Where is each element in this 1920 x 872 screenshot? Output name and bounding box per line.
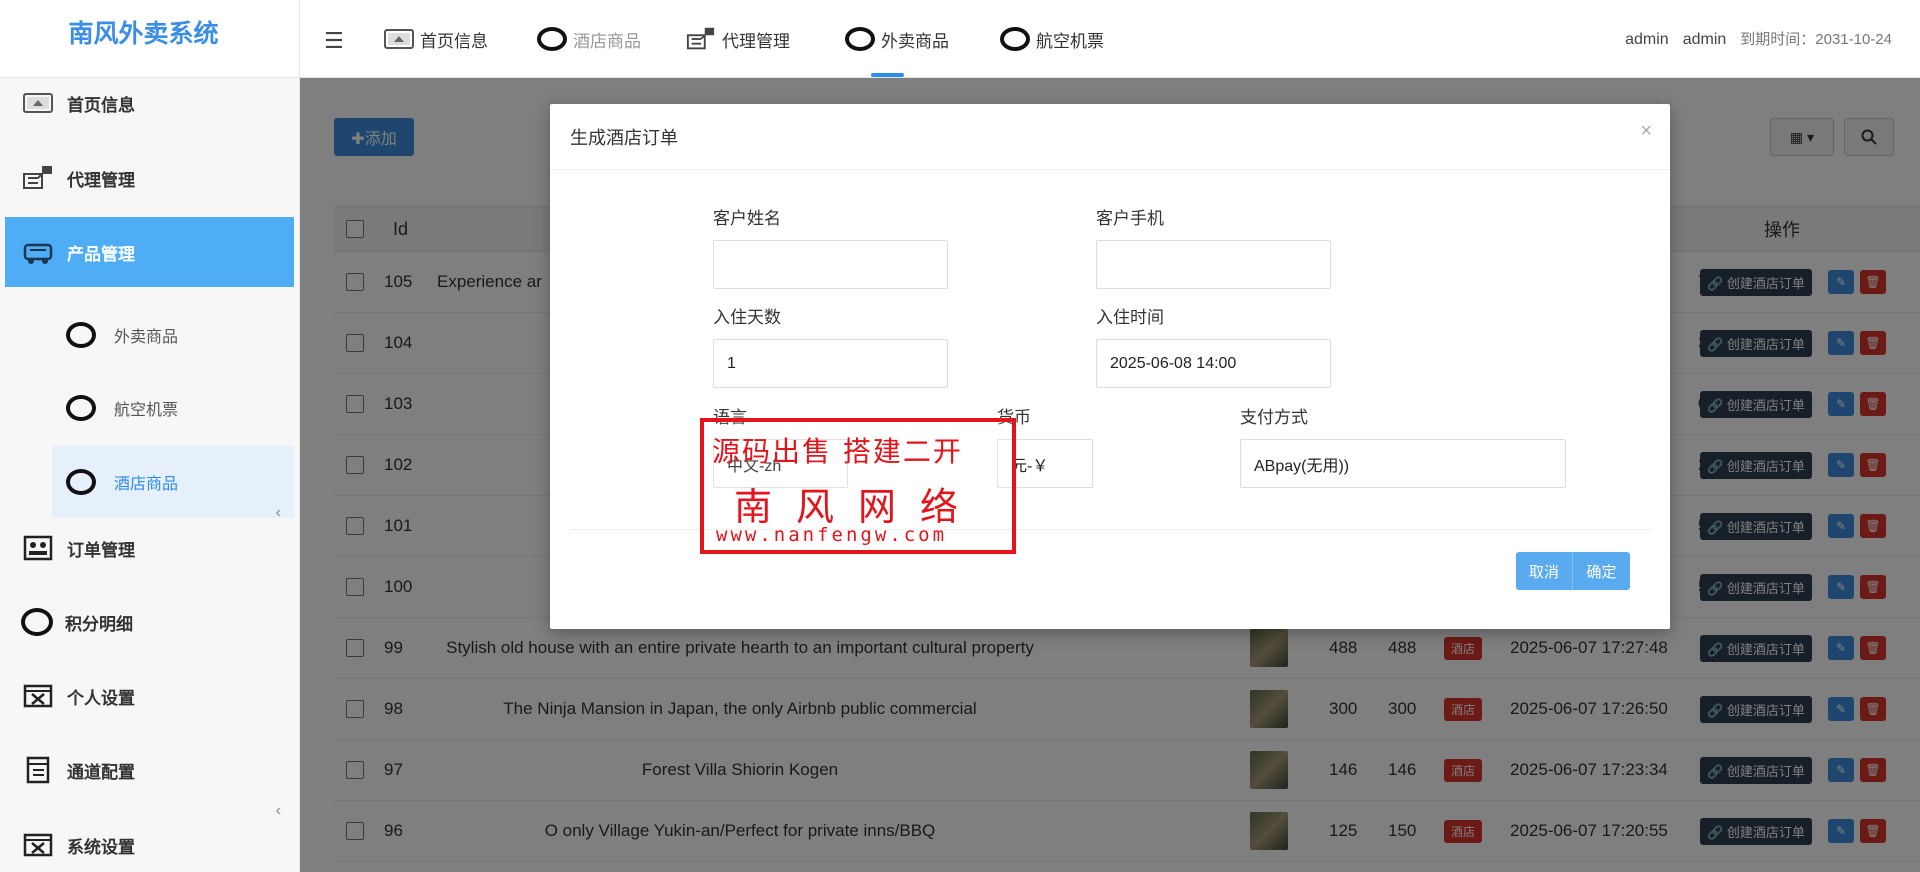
modal-header: 生成酒店订单 × (550, 104, 1670, 170)
monitor-icon (21, 88, 55, 118)
sidebar-subitem-flights[interactable]: 航空机票 (52, 372, 294, 444)
sidebar-item-agents[interactable]: 代理管理 (5, 143, 294, 213)
stay-days-input[interactable]: 1 (713, 339, 948, 388)
customer-phone-label: 客户手机 (1096, 209, 1164, 228)
close-icon[interactable]: × (1640, 120, 1652, 143)
sidebar-subitem-label: 航空机票 (114, 402, 179, 419)
checkin-time-label: 入住时间 (1096, 308, 1164, 327)
circle-icon (66, 469, 96, 495)
hamburger-menu-icon[interactable]: ☰ (324, 28, 344, 54)
user-area: admin admin 到期时间：2031-10-24 (1625, 28, 1892, 49)
sidebar-item-orders[interactable]: 订单管理 (5, 513, 294, 583)
customer-name-input[interactable] (713, 240, 948, 289)
sidebar-item-label: 产品管理 (67, 244, 135, 264)
tab-label: 代理管理 (722, 31, 790, 51)
sidebar-subitem-hotels[interactable]: 酒店商品 (52, 446, 294, 518)
modal-button-group: 取消 确定 (1516, 552, 1630, 590)
tab-label: 航空机票 (1036, 31, 1104, 51)
active-tab-indicator (871, 73, 904, 77)
cancel-button[interactable]: 取消 (1516, 552, 1573, 590)
sidebar-item-label: 首页信息 (67, 95, 135, 115)
tab-label: 外卖商品 (881, 31, 949, 51)
modal-title: 生成酒店订单 (570, 127, 678, 148)
sidebar-subitem-takeout[interactable]: 外卖商品 (52, 299, 294, 371)
tab-takeout[interactable]: 外卖商品 (845, 0, 949, 78)
circle-icon (66, 322, 96, 348)
sidebar-item-products[interactable]: 产品管理 (5, 217, 294, 287)
expire-date: 到期时间：2031-10-24 (1740, 31, 1892, 48)
watermark-line3: www.nanfengw.com (716, 524, 948, 546)
sidebar-item-label: 个人设置 (67, 688, 135, 708)
payment-method-select[interactable]: ABpay(无用)) (1240, 439, 1566, 488)
sidebar-item-label: 订单管理 (67, 540, 135, 560)
tab-label: 首页信息 (420, 31, 488, 51)
customer-name-label: 客户姓名 (713, 209, 781, 228)
org-chart-icon (686, 26, 716, 52)
tab-flights[interactable]: 航空机票 (1000, 0, 1104, 78)
app-title: 南风外卖系统 (68, 19, 219, 48)
document-icon (21, 755, 55, 785)
sidebar-subitem-label: 外卖商品 (114, 329, 179, 346)
sidebar-item-home[interactable]: 首页信息 (5, 68, 294, 138)
username[interactable]: admin (1625, 31, 1669, 49)
circle-icon (845, 27, 875, 51)
circle-icon (537, 27, 567, 51)
customer-phone-input[interactable] (1096, 240, 1331, 289)
tab-label: 酒店商品 (573, 31, 641, 51)
confirm-button[interactable]: 确定 (1573, 552, 1630, 590)
tools-icon (21, 830, 55, 860)
topbar: ☰ 首页信息 酒店商品 代理管理 外卖商品 航空机票 admin admin 到… (300, 0, 1920, 78)
checkin-time-input[interactable]: 2025-06-08 14:00 (1096, 339, 1331, 388)
sidebar-item-label: 代理管理 (67, 170, 135, 190)
sidebar-subitem-label: 酒店商品 (114, 476, 179, 493)
stay-days-label: 入住天数 (713, 308, 781, 327)
payment-method-label: 支付方式 (1240, 408, 1308, 427)
tools-icon (21, 681, 55, 711)
tab-hotels[interactable]: 酒店商品 (537, 0, 641, 78)
circle-icon (66, 395, 96, 421)
org-chart-icon (21, 163, 55, 193)
watermark-line2: 南风网络 (734, 485, 983, 529)
sidebar-item-personal[interactable]: 个人设置 (5, 661, 294, 731)
circle-icon (1000, 27, 1030, 51)
watermark-line1: 源码出售 搭建二开 (712, 435, 963, 468)
circle-icon (21, 608, 53, 636)
product-icon (21, 237, 55, 267)
tab-agents[interactable]: 代理管理 (686, 0, 790, 78)
username-secondary[interactable]: admin (1683, 31, 1727, 49)
sidebar-item-label: 通道配置 (67, 762, 135, 782)
sidebar-item-label: 系统设置 (67, 837, 135, 857)
order-icon (21, 533, 55, 563)
sidebar-item-channels[interactable]: 通道配置 (5, 735, 294, 805)
app-logo[interactable]: 南风外卖系统 (0, 0, 299, 78)
sidebar-item-label: 积分明细 (65, 614, 133, 634)
sidebar-item-points[interactable]: 积分明细 (5, 587, 294, 657)
tab-home[interactable]: 首页信息 (384, 0, 488, 78)
monitor-icon (384, 26, 414, 52)
sidebar-item-system[interactable]: 系统设置 (5, 810, 294, 872)
sidebar: 南风外卖系统 首页信息 代理管理 产品管理 外卖商品 航空机票 酒店商品 ‹ 订 (0, 0, 300, 872)
watermark-stamp: 源码出售 搭建二开 南风网络 www.nanfengw.com (700, 418, 1016, 554)
